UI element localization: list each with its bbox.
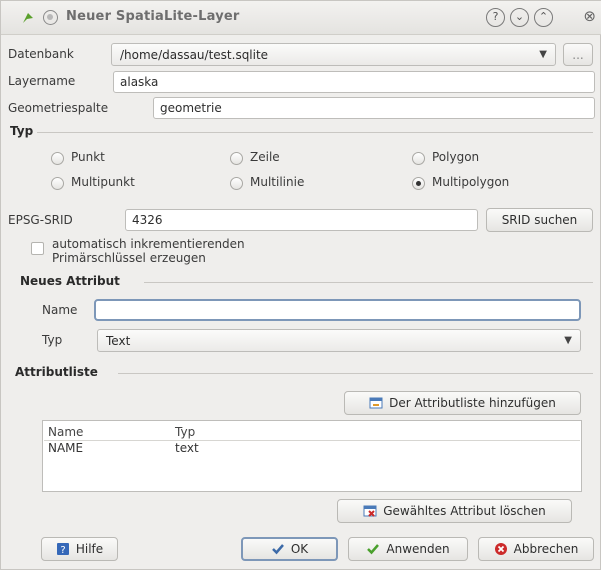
primary-key-line1: automatisch inkrementierenden [52,237,245,251]
dialog-window: Neuer SpatiaLite-Layer ? ⌄ ⌃ ⊗ Datenbank… [0,0,601,570]
svg-text:?: ? [60,545,65,556]
apply-button[interactable]: Anwenden [348,537,468,561]
window-title: Neuer SpatiaLite-Layer [66,9,240,24]
radio-zeile[interactable] [230,152,243,165]
radio-multipunkt[interactable] [51,177,64,190]
attribute-table[interactable]: Name Typ NAME text [42,420,582,492]
radio-polygon-label: Polygon [432,150,480,164]
cancel-button[interactable]: Abbrechen [478,537,594,561]
srid-search-button[interactable]: SRID suchen [486,208,593,232]
attr-name-input[interactable] [94,299,581,321]
radio-zeile-label: Zeile [250,150,280,164]
ok-label: OK [290,542,309,556]
attr-name-label: Name [42,303,78,317]
ok-button[interactable]: OK [241,537,338,561]
layername-input[interactable]: alaska [113,71,595,93]
check-icon [271,544,284,555]
layername-label: Layername [8,74,76,88]
header-divider [44,440,580,441]
primary-key-line2: Primärschlüssel erzeugen [52,251,206,265]
radio-multilinie-label: Multilinie [250,175,305,189]
geometriespalte-label: Geometriespalte [8,101,109,115]
delete-from-list-icon [363,505,377,517]
datenbank-select[interactable]: /home/dassau/test.sqlite ▼ [111,43,556,66]
minimize-button[interactable]: ⌄ [510,8,529,27]
add-to-list-icon [369,397,383,409]
pin-icon[interactable] [43,10,58,25]
maximize-button[interactable]: ⌃ [534,8,553,27]
primary-key-checkbox[interactable] [31,242,44,255]
attr-typ-value: Text [106,334,131,348]
primary-key-label: automatisch inkrementierenden Primärschl… [52,237,245,265]
radio-punkt-label: Punkt [71,150,105,164]
title-bar: Neuer SpatiaLite-Layer ? ⌄ ⌃ ⊗ [1,1,601,35]
typ-section-title: Typ [10,124,34,138]
table-row-name-cell[interactable]: NAME [48,441,83,455]
radio-multipolygon-label: Multipolygon [432,175,510,189]
add-attribute-button[interactable]: Der Attributliste hinzufügen [344,391,581,415]
column-header-typ[interactable]: Typ [175,425,195,439]
apply-label: Anwenden [386,542,450,556]
epsg-input[interactable]: 4326 [125,209,478,231]
help-button[interactable]: ? Hilfe [41,537,118,561]
attr-typ-select[interactable]: Text ▼ [97,329,581,352]
column-header-name[interactable]: Name [48,425,83,439]
help-book-icon: ? [56,543,69,556]
close-button[interactable]: ⊗ [583,7,596,25]
radio-multipunkt-label: Multipunkt [71,175,135,189]
check-icon [367,544,380,555]
attributliste-title: Attributliste [15,365,98,379]
delete-attribute-button[interactable]: Gewähltes Attribut löschen [337,499,572,523]
geometriespalte-input[interactable]: geometrie [153,97,595,119]
browse-button[interactable]: ... [563,43,593,66]
section-divider [37,132,593,133]
qgis-logo-icon [23,13,33,23]
datenbank-label: Datenbank [8,47,74,61]
table-row-typ-cell[interactable]: text [175,441,199,455]
attr-typ-label: Typ [42,333,63,347]
neues-attribut-title: Neues Attribut [20,274,120,288]
epsg-label: EPSG-SRID [8,213,73,227]
radio-punkt[interactable] [51,152,64,165]
help-title-button[interactable]: ? [486,8,505,27]
chevron-down-icon: ▼ [539,49,547,60]
cancel-icon [494,543,507,555]
section-divider [144,282,593,283]
help-label: Hilfe [75,542,104,556]
radio-multilinie[interactable] [230,177,243,190]
radio-polygon[interactable] [412,152,425,165]
section-divider [118,373,593,374]
datenbank-value: /home/dassau/test.sqlite [120,48,269,62]
radio-multipolygon[interactable] [412,177,425,190]
delete-attribute-label: Gewähltes Attribut löschen [383,504,546,518]
cancel-label: Abbrechen [513,542,579,556]
chevron-down-icon: ▼ [564,335,572,346]
add-attribute-label: Der Attributliste hinzufügen [389,396,556,410]
